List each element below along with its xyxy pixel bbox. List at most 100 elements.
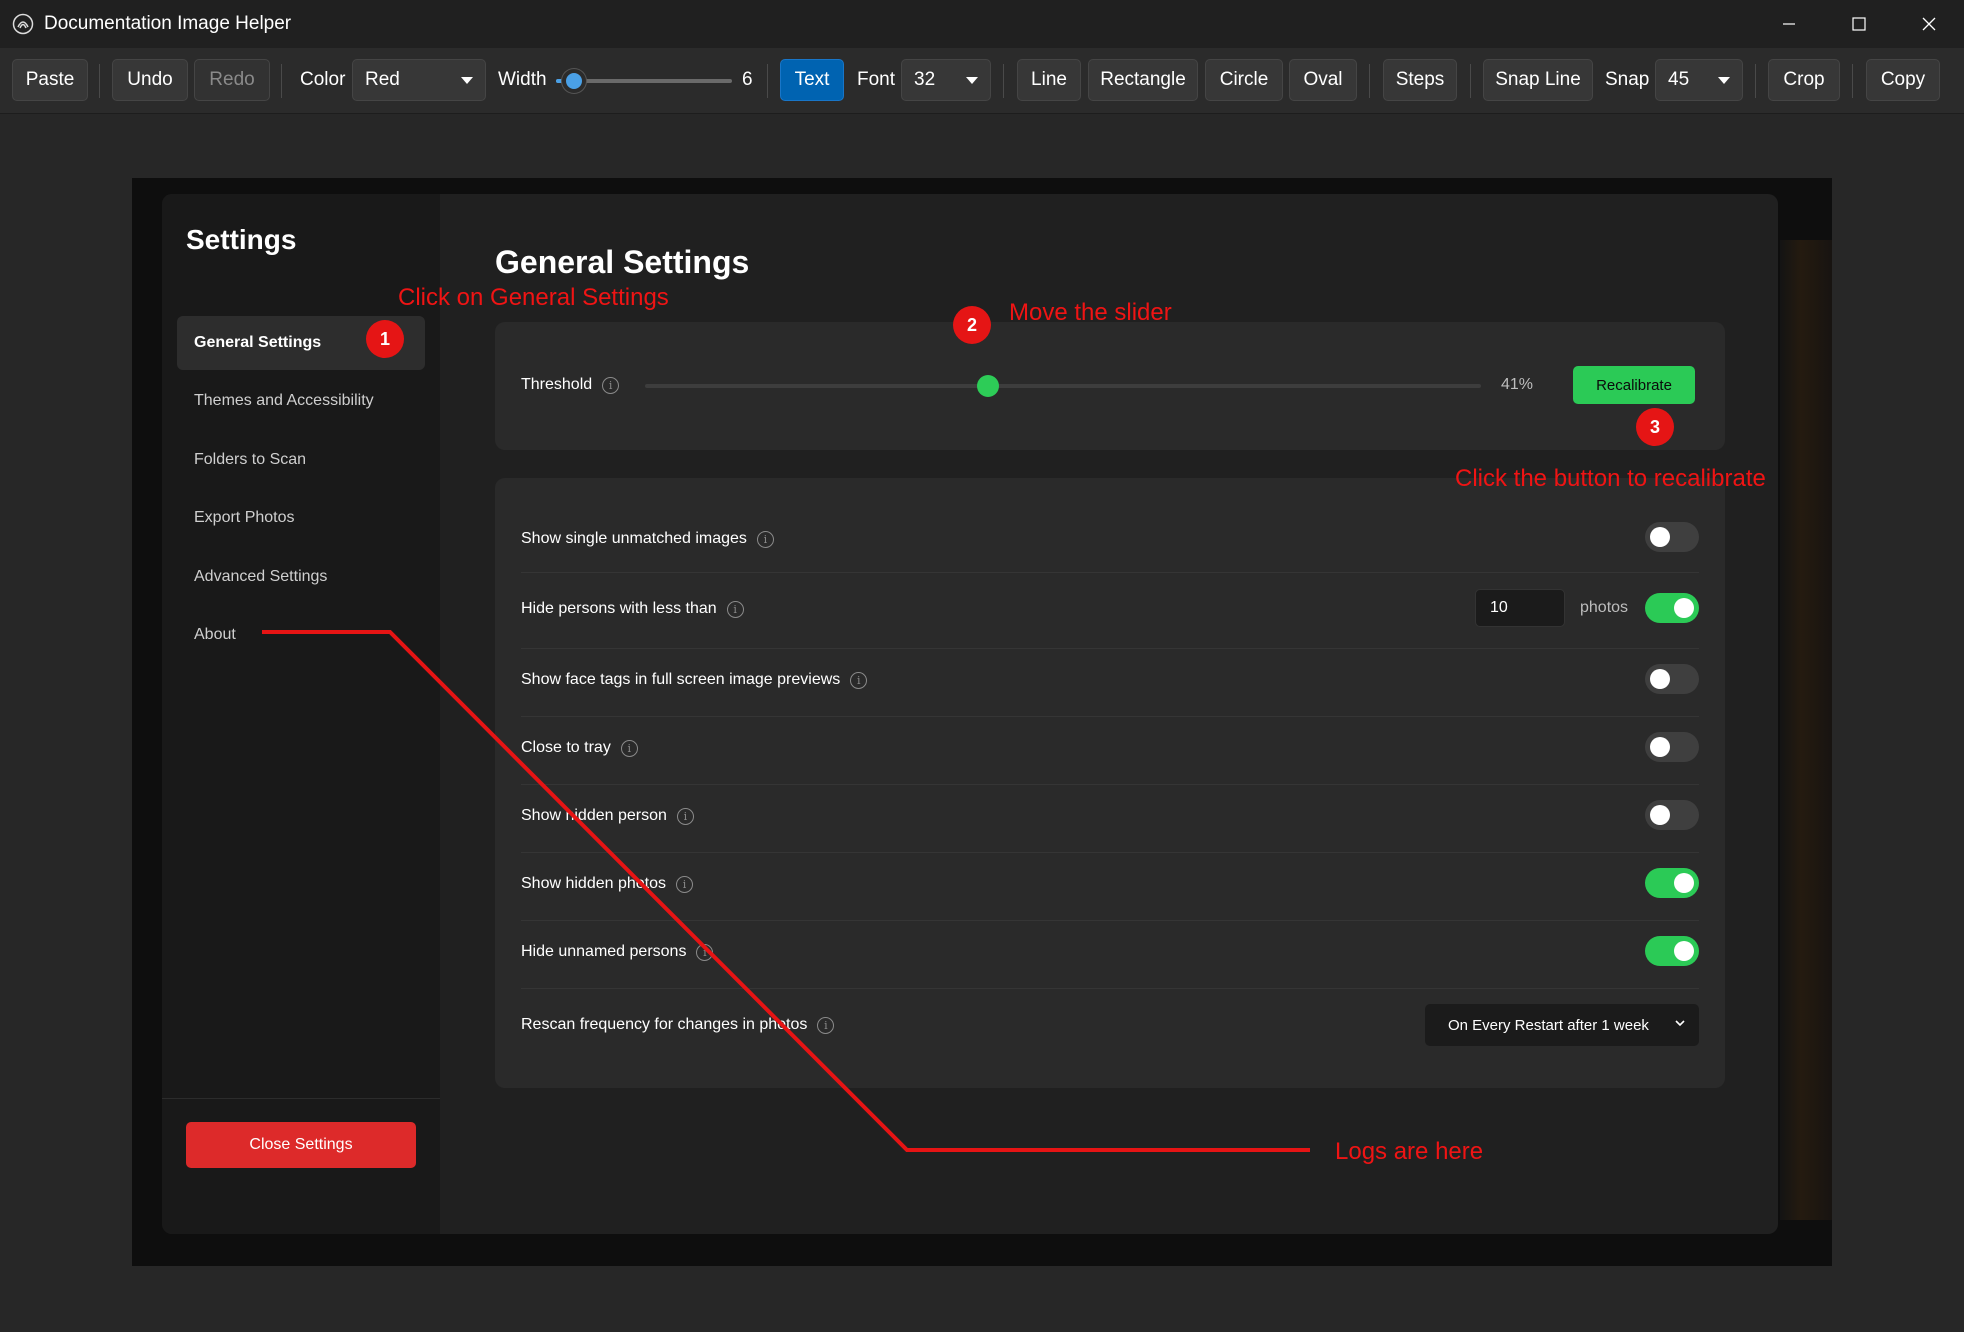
threshold-card: Threshold i 41% Recalibrate: [495, 322, 1725, 450]
recalibrate-button[interactable]: Recalibrate: [1573, 366, 1695, 404]
photos-suffix-label: photos: [1580, 599, 1629, 616]
setting-label: Show hidden person: [521, 807, 667, 824]
annotation-step2-text: Move the slider: [1009, 299, 1172, 326]
toggle-knob: [1650, 527, 1670, 547]
maximize-icon: [1852, 17, 1866, 31]
snap-angle-value: 45: [1668, 69, 1690, 90]
rescan-frequency-value: On Every Restart after 1 week: [1448, 1016, 1649, 1034]
threshold-slider-thumb[interactable]: [976, 375, 999, 397]
maximize-button[interactable]: [1824, 0, 1894, 48]
title-bar: Documentation Image Helper: [0, 0, 1964, 48]
info-icon[interactable]: i: [726, 600, 744, 618]
row-divider: [521, 572, 1699, 573]
line-tool-button[interactable]: Line: [1017, 59, 1081, 101]
sidebar-item-themes[interactable]: Themes and Accessibility: [177, 374, 425, 428]
annotation-step1-marker: 1: [366, 320, 404, 358]
row-divider: [521, 920, 1699, 921]
row-divider: [521, 988, 1699, 989]
text-tool-button[interactable]: Text: [780, 59, 844, 101]
crop-button[interactable]: Crop: [1768, 59, 1840, 101]
snap-label: Snap: [1605, 69, 1650, 90]
setting-row-face-tags: Show face tags in full screen image prev…: [521, 671, 868, 689]
toggle-hidden-person[interactable]: [1645, 800, 1699, 830]
toggle-unnamed-persons[interactable]: [1645, 936, 1699, 966]
steps-tool-button[interactable]: Steps: [1383, 59, 1457, 101]
oval-tool-button[interactable]: Oval: [1289, 59, 1357, 101]
row-divider: [521, 852, 1699, 853]
row-divider: [521, 648, 1699, 649]
threshold-value: 41%: [1501, 376, 1534, 393]
info-icon[interactable]: i: [620, 739, 638, 757]
app-logo-icon: [12, 13, 34, 35]
color-dropdown-value: Red: [365, 69, 400, 90]
sidebar-item-folders[interactable]: Folders to Scan: [177, 433, 425, 487]
minimize-button[interactable]: [1754, 0, 1824, 48]
sidebar-title: Settings: [186, 224, 297, 255]
sidebar-divider: [162, 1098, 440, 1099]
toggle-knob: [1674, 598, 1694, 618]
sidebar-item-about[interactable]: About: [177, 608, 425, 662]
toggle-knob: [1650, 669, 1670, 689]
font-size-dropdown[interactable]: 32: [901, 59, 991, 101]
threshold-row: Threshold i: [521, 376, 620, 394]
sidebar-item-advanced[interactable]: Advanced Settings: [177, 550, 425, 604]
setting-label: Hide unnamed persons: [521, 943, 687, 960]
toolbar-divider: [767, 64, 768, 98]
info-icon[interactable]: i: [602, 376, 620, 394]
width-slider-thumb[interactable]: [561, 69, 586, 93]
info-icon[interactable]: i: [817, 1016, 835, 1034]
setting-row-close-to-tray: Close to tray i: [521, 739, 638, 757]
toolbar-divider: [1755, 64, 1756, 98]
info-icon[interactable]: i: [850, 671, 868, 689]
toggle-knob: [1674, 941, 1694, 961]
toolbar-divider: [1003, 64, 1004, 98]
rescan-frequency-select[interactable]: On Every Restart after 1 week: [1425, 1004, 1699, 1046]
toolbar-divider: [1470, 64, 1471, 98]
toolbar-divider: [1852, 64, 1853, 98]
redo-button[interactable]: Redo: [194, 59, 270, 101]
info-icon[interactable]: i: [676, 807, 694, 825]
canvas-background-edge: [1780, 240, 1832, 1220]
toggle-knob: [1650, 805, 1670, 825]
toggle-close-to-tray[interactable]: [1645, 732, 1699, 762]
paste-button[interactable]: Paste: [12, 59, 88, 101]
row-divider: [521, 716, 1699, 717]
width-label: Width: [498, 69, 547, 90]
circle-tool-button[interactable]: Circle: [1205, 59, 1283, 101]
info-icon[interactable]: i: [676, 875, 693, 893]
toggle-knob: [1650, 737, 1670, 757]
annotation-step2-marker: 2: [953, 306, 991, 344]
close-settings-button[interactable]: Close Settings: [186, 1122, 416, 1168]
annotation-step3-marker: 3: [1636, 408, 1674, 446]
sidebar-item-export[interactable]: Export Photos: [177, 491, 425, 545]
snap-angle-dropdown[interactable]: 45: [1655, 59, 1743, 101]
rectangle-tool-button[interactable]: Rectangle: [1088, 59, 1198, 101]
color-dropdown[interactable]: Red: [352, 59, 486, 101]
toggle-face-tags[interactable]: [1645, 664, 1699, 694]
annotation-step3-text: Click the button to recalibrate: [1455, 465, 1766, 492]
width-slider[interactable]: [556, 69, 732, 93]
info-icon[interactable]: i: [756, 530, 774, 548]
toggle-hidden-photos[interactable]: [1645, 868, 1699, 898]
min-photos-input[interactable]: 10: [1475, 589, 1565, 627]
app-window: Documentation Image Helper Paste Undo Re…: [0, 0, 1964, 1332]
chevron-down-icon: [461, 77, 473, 84]
close-window-button[interactable]: [1894, 0, 1964, 48]
setting-row-single-unmatched: Show single unmatched images i: [521, 530, 774, 548]
toggle-hide-persons[interactable]: [1645, 593, 1699, 623]
setting-row-rescan-frequency: Rescan frequency for changes in photos i: [521, 1016, 835, 1034]
page-title: General Settings: [495, 244, 750, 280]
toggle-single-unmatched[interactable]: [1645, 522, 1699, 552]
toolbar-divider: [1369, 64, 1370, 98]
chevron-down-icon: [966, 77, 978, 84]
chevron-down-icon: [1675, 1020, 1685, 1027]
info-icon[interactable]: i: [696, 943, 714, 961]
copy-button[interactable]: Copy: [1866, 59, 1940, 101]
setting-row-hide-persons: Hide persons with less than i: [521, 600, 744, 618]
threshold-slider[interactable]: [645, 375, 1481, 397]
setting-row-unnamed-persons: Hide unnamed persons i: [521, 943, 714, 961]
snap-line-tool-button[interactable]: Snap Line: [1483, 59, 1593, 101]
undo-button[interactable]: Undo: [112, 59, 188, 101]
font-label: Font: [857, 69, 896, 90]
toggle-knob: [1674, 873, 1694, 893]
